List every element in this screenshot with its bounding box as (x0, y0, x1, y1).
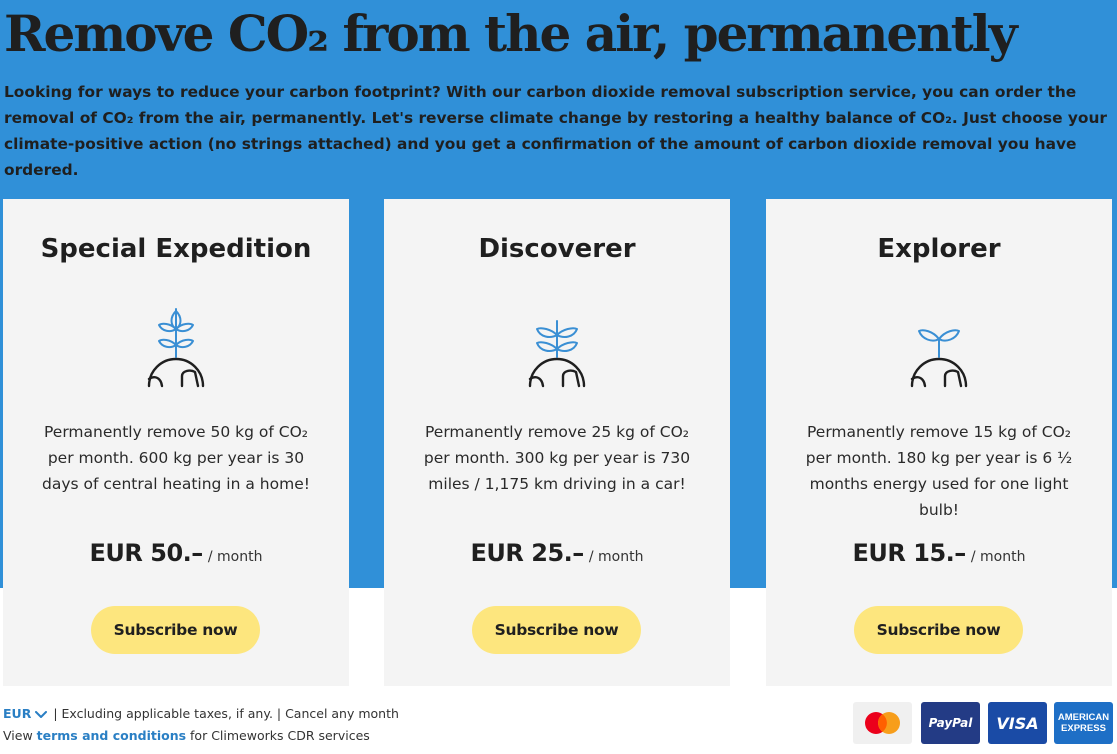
amex-icon: AMERICAN EXPRESS (1054, 702, 1113, 744)
plan-card-explorer: Explorer Permanently remove 15 kg of CO₂… (766, 199, 1112, 686)
plan-title: Special Expedition (40, 234, 312, 264)
mastercard-icon (853, 702, 912, 744)
price-amount: EUR 25.– (470, 539, 585, 567)
currency-select[interactable]: EUR (3, 706, 53, 721)
intro-text: Looking for ways to reduce your carbon f… (4, 83, 1108, 179)
pricing-notice: | Excluding applicable taxes, if any. | … (53, 706, 399, 721)
terms-prefix: View (3, 728, 33, 743)
terms-line: View terms and conditions for Climeworks… (3, 728, 370, 743)
plan-price: EUR 15.– / month (766, 539, 1112, 567)
subscribe-button[interactable]: Subscribe now (91, 606, 260, 654)
subscribe-button[interactable]: Subscribe now (854, 606, 1023, 654)
price-amount: EUR 15.– (852, 539, 967, 567)
visa-icon: VISA (988, 702, 1047, 744)
plan-card-discoverer: Discoverer Permanently remove 25 kg of C… (384, 199, 730, 686)
plant-globe-large-icon (147, 308, 205, 388)
plan-description: Permanently remove 25 kg of CO₂ per mont… (423, 423, 691, 493)
currency-value: EUR (3, 706, 32, 721)
amex-line2: EXPRESS (1061, 723, 1106, 734)
terms-suffix: for Climeworks CDR services (190, 728, 370, 743)
terms-link[interactable]: terms and conditions (37, 728, 186, 743)
subscribe-button[interactable]: Subscribe now (472, 606, 641, 654)
plant-globe-small-icon (910, 329, 968, 388)
plant-globe-medium-icon (528, 320, 586, 388)
price-unit: / month (207, 549, 263, 565)
plan-price: EUR 50.– / month (3, 539, 349, 567)
page-title: Remove CO₂ from the air, permanently (4, 4, 1018, 63)
plan-title: Discoverer (478, 234, 636, 264)
price-unit: / month (588, 549, 644, 565)
plan-card-special-expedition: Special Expedition Permanently remove 50… (3, 199, 349, 686)
amex-line1: AMERICAN (1057, 712, 1110, 723)
plan-price: EUR 25.– / month (384, 539, 730, 567)
price-amount: EUR 50.– (89, 539, 204, 567)
price-unit: / month (970, 549, 1026, 565)
paypal-icon: PayPal (921, 702, 980, 744)
plan-description: Permanently remove 50 kg of CO₂ per mont… (42, 423, 310, 493)
plan-description: Permanently remove 15 kg of CO₂ per mont… (805, 423, 1073, 519)
plan-title: Explorer (877, 234, 1001, 264)
chevron-down-icon (35, 710, 48, 718)
mastercard-logo-icon (865, 712, 900, 734)
footer-notice: EUR | Excluding applicable taxes, if any.… (3, 706, 399, 721)
